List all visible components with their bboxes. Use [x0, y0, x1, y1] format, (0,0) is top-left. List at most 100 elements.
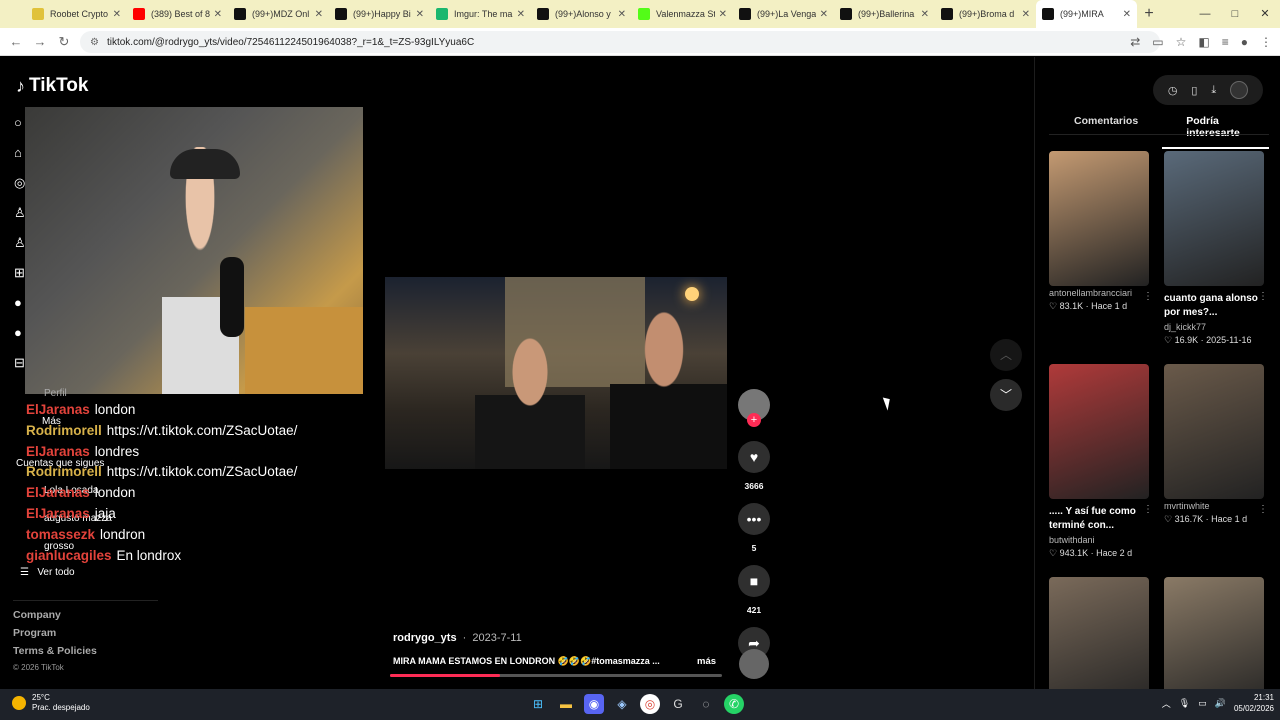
- suggested-video-card[interactable]: cuanto gana alonso por mes?... dj_kickk77…: [1164, 151, 1268, 346]
- creator-avatar[interactable]: +: [738, 389, 770, 427]
- whatsapp-icon[interactable]: ✆: [724, 694, 744, 714]
- tab-close-icon[interactable]: ✕: [1123, 9, 1131, 20]
- next-video-button[interactable]: ﹀: [990, 379, 1022, 411]
- tab-close-icon[interactable]: ✕: [719, 9, 727, 20]
- card-menu-icon[interactable]: ⋮: [1143, 504, 1153, 515]
- translate-icon[interactable]: ⇄: [1130, 35, 1140, 49]
- video-username[interactable]: rodrygo_yts: [393, 632, 457, 644]
- chat-username[interactable]: gianlucagiles: [26, 548, 112, 563]
- tab-close-icon[interactable]: ✕: [820, 9, 828, 20]
- forward-icon[interactable]: →: [28, 34, 52, 49]
- site-info-icon[interactable]: ⚙: [90, 37, 99, 48]
- browser-tab[interactable]: Valenmazza St ✕: [632, 0, 733, 28]
- browser-tab[interactable]: (99+)Ballerina ✕: [834, 0, 935, 28]
- close-window-button[interactable]: ✕: [1250, 0, 1280, 28]
- browser-tab[interactable]: (99+)Broma d ✕: [935, 0, 1036, 28]
- tray-chevron-icon[interactable]: ︿: [1162, 697, 1171, 710]
- video-thumbnail[interactable]: [1164, 364, 1264, 499]
- bookmark-star-icon[interactable]: ☆: [1176, 35, 1187, 49]
- caption-more-button[interactable]: más: [697, 656, 716, 667]
- footer-link-program[interactable]: Program: [13, 627, 97, 645]
- card-author[interactable]: dj_kickk77: [1164, 322, 1264, 332]
- tab-close-icon[interactable]: ✕: [1022, 9, 1030, 20]
- card-author[interactable]: mvrtinwhite: [1164, 501, 1264, 511]
- bookmark-icon[interactable]: ■: [738, 565, 770, 597]
- volume-icon[interactable]: 🔊: [1215, 698, 1226, 709]
- extensions-icon[interactable]: ◧: [1198, 35, 1209, 49]
- obs-icon[interactable]: ◌: [696, 694, 716, 714]
- like-icon[interactable]: ♥: [738, 441, 770, 473]
- app-g-icon[interactable]: G: [668, 694, 688, 714]
- card-title[interactable]: ..... Y así fue como terminé con...: [1049, 505, 1149, 533]
- browser-tab[interactable]: (99+)La Venga ✕: [733, 0, 834, 28]
- back-icon[interactable]: ←: [4, 34, 28, 49]
- discord-icon[interactable]: ◉: [584, 694, 604, 714]
- chat-username[interactable]: Rodrimorell: [26, 423, 102, 438]
- video-progress-bar[interactable]: [390, 674, 722, 677]
- browser-tab[interactable]: (389) Best of 8 ✕: [127, 0, 228, 28]
- tab-close-icon[interactable]: ✕: [921, 9, 929, 20]
- tab-close-icon[interactable]: ✕: [517, 9, 525, 20]
- compass-icon[interactable]: ◷: [1168, 84, 1178, 97]
- new-tab-button[interactable]: +: [1137, 5, 1161, 23]
- see-all-link[interactable]: ☰ Ver todo: [20, 567, 75, 578]
- profile-icon[interactable]: ●: [1241, 35, 1248, 49]
- browser-tab[interactable]: (99+)MIRA ✕: [1036, 0, 1137, 28]
- steam-icon[interactable]: ◈: [612, 694, 632, 714]
- chat-username[interactable]: Rodrimorell: [26, 464, 102, 479]
- video-thumbnail[interactable]: [1049, 364, 1149, 499]
- video-thumbnail[interactable]: [1164, 151, 1264, 286]
- video-thumbnail[interactable]: [1049, 151, 1149, 286]
- tab-comments[interactable]: Comentarios: [1049, 115, 1162, 149]
- browser-tab[interactable]: (99+)MDZ Onl ✕: [228, 0, 329, 28]
- tab-close-icon[interactable]: ✕: [618, 9, 626, 20]
- tab-close-icon[interactable]: ✕: [214, 9, 222, 20]
- suggested-video-card[interactable]: ..... Y así fue como terminé con... butwi…: [1049, 364, 1153, 559]
- comment-icon[interactable]: •••: [738, 503, 770, 535]
- microphone-icon[interactable]: 🎙: [1179, 698, 1190, 709]
- previous-video-button[interactable]: ︿: [990, 339, 1022, 371]
- tab-suggested[interactable]: Podría interesarte: [1162, 115, 1269, 149]
- browser-tab[interactable]: Roobet Crypto ✕: [26, 0, 127, 28]
- card-menu-icon[interactable]: ⋮: [1258, 291, 1268, 302]
- file-explorer-icon[interactable]: ▬: [556, 694, 576, 714]
- chat-username[interactable]: ElJaranas: [26, 444, 90, 459]
- weather-widget[interactable]: 25°C Prac. despejado: [12, 693, 90, 713]
- chat-username[interactable]: ElJaranas: [26, 506, 90, 521]
- video-player[interactable]: [385, 277, 727, 469]
- music-disc-icon[interactable]: [739, 649, 769, 679]
- url-field[interactable]: ⚙ tiktok.com/@rodrygo_yts/video/72546112…: [80, 31, 1160, 53]
- card-menu-icon[interactable]: ⋮: [1258, 504, 1268, 515]
- footer-link-company[interactable]: Company: [13, 609, 97, 627]
- clock[interactable]: 21:31 05/02/2026: [1234, 692, 1274, 714]
- user-avatar[interactable]: [1230, 81, 1249, 99]
- maximize-button[interactable]: □: [1220, 0, 1250, 28]
- minimize-button[interactable]: —: [1190, 0, 1220, 28]
- chrome-icon[interactable]: ◎: [640, 694, 660, 714]
- tiktok-logo[interactable]: ♪ TikTok: [16, 75, 88, 97]
- download-icon[interactable]: ⤓: [1211, 84, 1216, 97]
- phone-icon[interactable]: ▯: [1191, 84, 1197, 97]
- reload-icon[interactable]: ↻: [52, 34, 76, 50]
- browser-tab[interactable]: (99+)Happy Bi ✕: [329, 0, 430, 28]
- tab-close-icon[interactable]: ✕: [113, 9, 121, 20]
- tab-close-icon[interactable]: ✕: [315, 9, 323, 20]
- media-icon[interactable]: ≡: [1222, 35, 1229, 49]
- card-title[interactable]: cuanto gana alonso por mes?...: [1164, 292, 1264, 320]
- windows-start-icon[interactable]: ⊞: [528, 694, 548, 714]
- suggested-video-card[interactable]: mvrtinwhite ♡ 316.7K · Hace 1 d ⋮: [1164, 364, 1268, 525]
- suggested-video-card[interactable]: antonellambrancciari ♡ 83.1K · Hace 1 d ⋮: [1049, 151, 1153, 312]
- browser-tab[interactable]: Imgur: The ma ✕: [430, 0, 531, 28]
- sidebar-profile-label[interactable]: Perfil: [44, 388, 67, 399]
- card-author[interactable]: antonellambrancciari: [1049, 288, 1149, 298]
- tab-close-icon[interactable]: ✕: [416, 9, 424, 20]
- browser-tab[interactable]: (99+)Alonso y ✕: [531, 0, 632, 28]
- cast-icon[interactable]: ▭: [1152, 35, 1163, 49]
- chat-username[interactable]: tomassezk: [26, 527, 95, 542]
- footer-link-terms[interactable]: Terms & Policies: [13, 645, 97, 663]
- chat-username[interactable]: ElJaranas: [26, 485, 90, 500]
- follow-plus-icon[interactable]: +: [747, 413, 761, 427]
- network-icon[interactable]: ▭: [1198, 698, 1207, 709]
- card-menu-icon[interactable]: ⋮: [1143, 291, 1153, 302]
- chat-username[interactable]: ElJaranas: [26, 402, 90, 417]
